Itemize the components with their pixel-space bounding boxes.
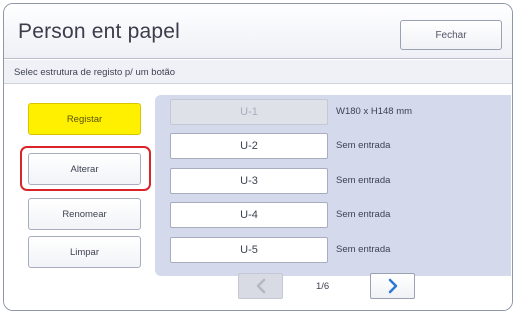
chevron-right-icon: [388, 278, 397, 294]
list-item: U-5 Sem entrada: [155, 237, 511, 267]
close-button[interactable]: Fechar: [400, 20, 502, 50]
entry-button-u4[interactable]: U-4: [170, 202, 328, 228]
highlight-ring: [20, 146, 151, 191]
entry-status: Sem entrada: [336, 244, 391, 255]
dialog-header: Person ent papel Fechar: [4, 4, 512, 59]
entry-button-u5[interactable]: U-5: [170, 237, 328, 263]
previous-page-button[interactable]: [238, 273, 283, 299]
dialog-title: Person ent papel: [18, 20, 180, 43]
clear-button[interactable]: Limpar: [28, 236, 141, 268]
entry-list: U-1 W180 x H148 mm U-2 Sem entrada U-3 S…: [155, 95, 511, 276]
entry-status: W180 x H148 mm: [336, 106, 413, 117]
entry-status: Sem entrada: [336, 175, 391, 186]
instruction-bar: Selec estrutura de registo p/ um botão: [4, 60, 512, 84]
list-item: U-1 W180 x H148 mm: [155, 99, 511, 129]
dialog-content: Registar Alterar Renomear Limpar U-1 W18…: [4, 85, 512, 310]
list-item: U-4 Sem entrada: [155, 202, 511, 232]
page-indicator: 1/6: [316, 281, 330, 292]
list-item: U-2 Sem entrada: [155, 133, 511, 163]
rename-button[interactable]: Renomear: [28, 198, 141, 230]
entry-status: Sem entrada: [336, 209, 391, 220]
next-page-button[interactable]: [370, 273, 415, 299]
entry-button-u3[interactable]: U-3: [170, 168, 328, 194]
entry-status: Sem entrada: [336, 140, 391, 151]
register-button[interactable]: Registar: [28, 103, 141, 135]
entry-button-u2[interactable]: U-2: [170, 133, 328, 159]
entry-button-u1[interactable]: U-1: [170, 99, 328, 125]
custom-paper-dialog: Person ent papel Fechar Selec estrutura …: [3, 3, 513, 311]
list-item: U-3 Sem entrada: [155, 168, 511, 198]
chevron-left-icon: [256, 278, 265, 294]
instruction-text: Selec estrutura de registo p/ um botão: [14, 67, 176, 78]
